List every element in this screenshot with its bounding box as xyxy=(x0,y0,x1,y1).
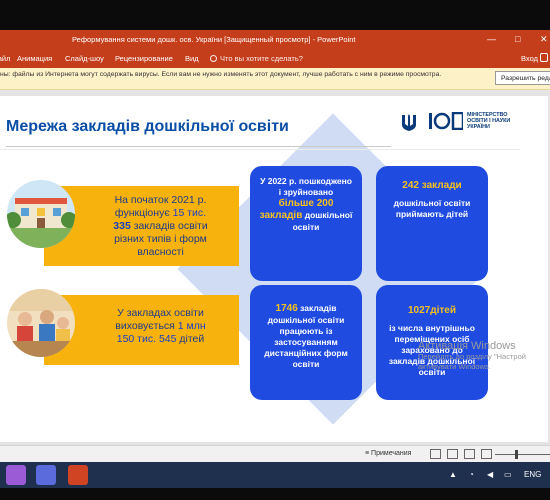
reading-view-icon[interactable] xyxy=(464,449,475,459)
stat2-line1: У закладах освіти xyxy=(117,307,204,319)
ministry-name: МІНІСТЕРСТВО ОСВІТИ І НАУКИ УКРАЇНИ xyxy=(467,112,511,131)
box2-line1: дошкільної освіти xyxy=(393,198,471,208)
screen-frame-top xyxy=(0,0,550,30)
box1-highlight: більше 200 xyxy=(278,198,334,209)
enable-editing-button[interactable]: Разрешить редактирование xyxy=(495,71,550,85)
stat1-line2: функціонує xyxy=(114,207,170,219)
box3-line2: дошкільної освіти xyxy=(267,315,345,325)
box1-line5: освіти xyxy=(292,222,320,232)
stat1-number2: 335 xyxy=(113,220,131,232)
kindergarten-building-photo xyxy=(7,180,75,248)
tell-me-search[interactable]: Что вы хотите сделать? xyxy=(210,54,303,63)
slideshow-view-icon[interactable] xyxy=(481,449,492,459)
sign-in-link[interactable]: Вход xyxy=(521,54,538,63)
volume-icon[interactable]: ◀ xyxy=(487,470,493,479)
ukraine-trident-icon xyxy=(402,114,416,131)
tab-review[interactable]: Рецензирование xyxy=(115,54,173,63)
maximize-button[interactable]: □ xyxy=(515,33,520,45)
slide-title: Мережа закладів дошкільної освіти xyxy=(6,118,289,135)
stat1-line3: закладів освіти xyxy=(133,220,208,232)
box4-highlight: 1027дітей xyxy=(408,305,456,316)
box3-line1: закладів xyxy=(300,303,337,313)
stat1-line4: різних типів і форм xyxy=(114,233,207,245)
box1-line4: дошкільної xyxy=(304,210,353,220)
title-divider xyxy=(6,146,391,147)
tab-view[interactable]: Вид xyxy=(185,54,199,63)
tab-file[interactable]: Файл xyxy=(0,54,10,63)
ribbon-tabs: Файл Анимация Слайд-шоу Рецензирование В… xyxy=(0,49,550,68)
slide-sorter-icon[interactable] xyxy=(447,449,458,459)
slide-canvas: Мережа закладів дошкільної освіти МІНІСТ… xyxy=(0,96,548,442)
box1-line1: У 2022 р. пошкоджено xyxy=(260,176,352,186)
children-classroom-photo xyxy=(7,289,75,357)
activation-line2: активувати Windows. xyxy=(418,362,491,371)
box2-highlight: 242 заклади xyxy=(402,180,462,191)
lightbulb-icon xyxy=(210,55,217,62)
language-indicator[interactable]: ENG xyxy=(524,470,541,479)
stat2-number2: 150 тис. 545 xyxy=(116,333,177,345)
notes-toggle[interactable]: ≡ Примечания xyxy=(365,450,411,457)
stat1-line5: власності xyxy=(137,246,184,258)
windows-activation-watermark: Активація Windows Перейдіть до розділу "… xyxy=(418,340,526,372)
notes-label: Примечания xyxy=(371,450,412,457)
title-bar: Реформування системи дошк. осв. України … xyxy=(0,30,550,49)
battery-icon[interactable]: ▭ xyxy=(504,470,512,479)
protected-view-bar: ны: файлы из Интернета могут содержать в… xyxy=(0,68,550,90)
damaged-institutions-card: У 2022 р. пошкоджено і зруйновано більше… xyxy=(250,166,362,281)
status-bar: ≡ Примечания xyxy=(0,445,550,462)
stat2-line2: виховується xyxy=(115,320,175,332)
notes-icon: ≡ xyxy=(365,450,370,457)
stat1-number1: 15 тис. xyxy=(172,207,207,219)
box1-line2: і зруйновано xyxy=(278,187,334,197)
tab-slideshow[interactable]: Слайд-шоу xyxy=(65,54,104,63)
zoom-slider-thumb[interactable] xyxy=(515,450,518,459)
ministry-logo-icon xyxy=(429,112,463,130)
stat1-line1: На початок 2021 р. xyxy=(114,194,207,206)
activation-title: Активація Windows xyxy=(418,340,516,352)
box4-line1: із числа внутрішньо xyxy=(389,323,475,333)
slide-workspace: Мережа закладів дошкільної освіти МІНІСТ… xyxy=(0,90,550,445)
share-icon[interactable] xyxy=(540,53,548,62)
activation-line1: Перейдіть до розділу "Настрой xyxy=(418,352,526,361)
stat-institutions-box: На початок 2021 р. функціонує 15 тис. 33… xyxy=(44,186,239,266)
box3-line6: освіти xyxy=(292,359,320,369)
box2-line2: приймають дітей xyxy=(395,209,469,219)
window-title: Реформування системи дошк. осв. України … xyxy=(72,35,356,44)
box3-highlight: 1746 xyxy=(275,303,298,314)
zoom-slider[interactable] xyxy=(495,454,550,455)
box3-line3: працюють із xyxy=(279,326,333,336)
network-icon[interactable]: ▲ xyxy=(449,470,457,479)
teams-icon[interactable] xyxy=(36,465,56,485)
app-icon-1[interactable] xyxy=(6,465,26,485)
windows-taskbar: ▲ ◔ ◀ ▭ ENG xyxy=(0,462,550,488)
box3-line4: застосуванням xyxy=(274,337,338,347)
normal-view-icon[interactable] xyxy=(430,449,441,459)
protected-view-message: ны: файлы из Интернета могут содержать в… xyxy=(0,71,442,78)
remote-learning-card: 1746 закладів дошкільної освіти працюють… xyxy=(250,285,362,400)
close-button[interactable]: ✕ xyxy=(540,33,548,45)
receiving-institutions-card: 242 заклади дошкільної освіти приймають … xyxy=(376,166,488,281)
screen-frame-bottom xyxy=(0,488,550,500)
wifi-icon[interactable]: ◔ xyxy=(469,470,474,479)
box1-highlight2: закладів xyxy=(259,210,303,221)
minimize-button[interactable]: — xyxy=(487,33,496,45)
tell-me-text: Что вы хотите сделать? xyxy=(220,54,303,63)
tab-animation[interactable]: Анимация xyxy=(17,54,52,63)
powerpoint-icon[interactable] xyxy=(68,465,88,485)
stat2-line3: дітей xyxy=(179,333,205,345)
powerpoint-window: Реформування системи дошк. осв. України … xyxy=(0,30,550,462)
box3-line5: дистанційних форм xyxy=(264,348,348,358)
title-divider-light xyxy=(0,149,520,150)
stat2-number1: 1 млн xyxy=(177,320,206,332)
